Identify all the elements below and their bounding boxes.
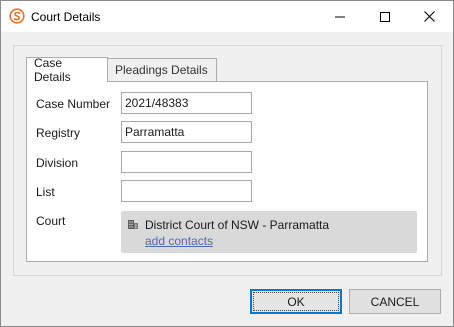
court-card[interactable]: District Court of NSW - Parramatta add c… (121, 211, 417, 253)
maximize-icon (379, 11, 390, 22)
minimize-button[interactable] (317, 1, 362, 32)
court-name: District Court of NSW - Parramatta (145, 218, 330, 232)
cancel-button[interactable]: CANCEL (349, 289, 441, 314)
tab-case-details[interactable]: Case Details (26, 56, 108, 84)
add-contacts-link[interactable]: add contacts (145, 234, 213, 248)
close-icon (424, 11, 435, 22)
court-label: Court (36, 214, 66, 228)
maximize-button[interactable] (362, 1, 407, 32)
close-button[interactable] (407, 1, 452, 32)
list-label: List (36, 185, 55, 199)
app-logo-icon (9, 8, 25, 24)
window-title: Court Details (31, 10, 101, 24)
registry-field[interactable]: Parramatta (121, 121, 252, 143)
tab-pleadings-details[interactable]: Pleadings Details (107, 58, 217, 81)
registry-label: Registry (36, 126, 81, 140)
division-field[interactable] (121, 151, 252, 173)
building-icon (127, 218, 139, 230)
title-bar: Court Details (1, 1, 453, 32)
division-label: Division (36, 156, 79, 170)
list-field[interactable] (121, 180, 252, 202)
ok-button[interactable]: OK (250, 289, 342, 314)
case-number-label: Case Number (36, 97, 111, 111)
minimize-icon (334, 16, 345, 17)
case-number-field[interactable]: 2021/48383 (121, 92, 252, 114)
